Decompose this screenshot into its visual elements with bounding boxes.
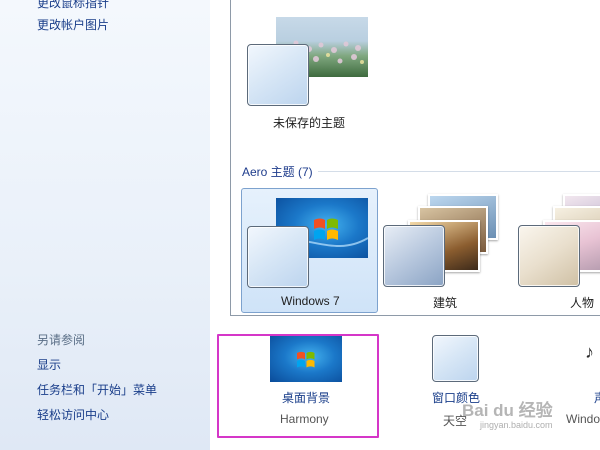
aero-themes-heading: Aero 主题 (7): [242, 165, 313, 179]
theme-label-windows-7: Windows 7: [281, 294, 340, 308]
see-also-heading: 另请参阅: [37, 333, 86, 347]
windows-7-color-swatch: [247, 226, 309, 288]
unsaved-theme-color-swatch: [247, 44, 309, 106]
architecture-color-swatch: [383, 225, 445, 287]
theme-tile-architecture[interactable]: [382, 192, 506, 290]
theme-tile-characters[interactable]: [517, 192, 600, 290]
display-link[interactable]: 显示: [37, 356, 61, 373]
sound-icon[interactable]: ♪: [585, 342, 594, 363]
theme-label-characters: 人物: [570, 296, 595, 310]
sounds-value: Windo: [566, 412, 600, 426]
ease-of-access-center-link[interactable]: 轻松访问中心: [37, 406, 109, 423]
change-mouse-pointer-link[interactable]: 更改鼠标指针: [37, 0, 109, 11]
theme-label-architecture: 建筑: [433, 296, 458, 310]
baidu-watermark-url: jingyan.baidu.com: [480, 420, 553, 430]
left-task-pane: 更改鼠标指针 更改帐户图片 另请参阅 显示 任务栏和「开始」菜单 轻松访问中心: [0, 0, 210, 450]
unsaved-theme-tile[interactable]: [246, 17, 371, 113]
sounds-link[interactable]: 声: [594, 389, 600, 406]
change-account-picture-link[interactable]: 更改帐户图片: [37, 16, 109, 33]
taskbar-start-menu-link[interactable]: 任务栏和「开始」菜单: [37, 381, 157, 398]
unsaved-theme-label: 未保存的主题: [273, 116, 346, 130]
baidu-watermark: Bai du 经验: [462, 401, 553, 420]
window-color-icon[interactable]: [432, 335, 479, 382]
highlight-annotation: [217, 334, 379, 438]
section-divider: [318, 171, 600, 172]
characters-color-swatch: [518, 225, 580, 287]
